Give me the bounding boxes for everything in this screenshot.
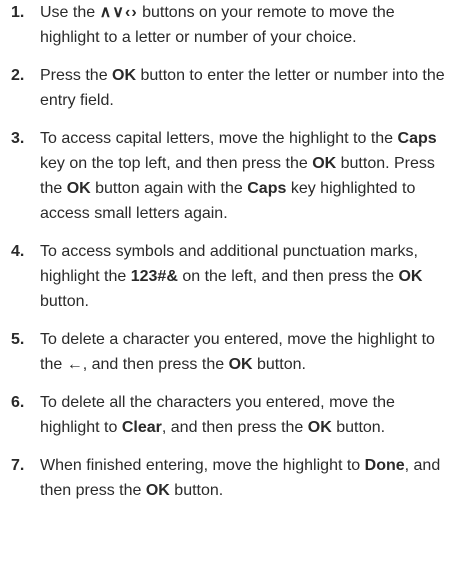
instruction-step-1: 1. Use the ∧∨‹› buttons on your remote to… (0, 0, 448, 50)
step-keyword: OK (398, 268, 423, 285)
instruction-step-3: 3. To access capital letters, move the hi… (0, 126, 448, 226)
instruction-step-5: 5. To delete a character you entered, mov… (0, 327, 448, 377)
step-number: 7. (11, 457, 25, 474)
instruction-step-7: 7. When finished entering, move the highl… (0, 453, 448, 503)
instruction-step-2: 2. Press the OK button to enter the lette… (0, 63, 448, 113)
step-text-segment: key on the top left, and then press the (40, 155, 313, 172)
step-keyword: OK (307, 419, 332, 436)
step-text-segment: , and then press the (82, 356, 229, 373)
step-number: 3. (11, 130, 25, 147)
step-text-segment: To access capital letters, move the high… (40, 130, 398, 147)
step-text: To access capital letters, move the high… (40, 130, 437, 222)
step-text-segment: button again with the (90, 180, 248, 197)
step-number: 4. (11, 243, 25, 260)
step-keyword: Done (364, 457, 405, 474)
remote-arrow-buttons-icon: ∧∨‹› (99, 4, 138, 21)
step-text-segment: When finished entering, move the highlig… (40, 457, 365, 474)
instruction-step-4: 4. To access symbols and additional punct… (0, 239, 448, 314)
instruction-step-6: 6. To delete all the characters you enter… (0, 390, 448, 440)
step-text-segment: button. (252, 356, 306, 373)
step-text: When finished entering, move the highlig… (40, 457, 440, 499)
step-keyword: Clear (121, 419, 162, 436)
step-text-segment: button. (169, 482, 224, 499)
step-text: To delete all the characters you entered… (40, 394, 395, 436)
step-keyword: Caps (397, 130, 437, 147)
step-text-segment: button. (40, 293, 89, 310)
step-number: 6. (11, 394, 25, 411)
step-text: Use the ∧∨‹› buttons on your remote to m… (40, 4, 395, 46)
step-number: 2. (11, 67, 25, 84)
step-text-segment: Press the (40, 67, 113, 84)
step-keyword: OK (228, 356, 253, 373)
step-keyword: OK (66, 180, 91, 197)
step-text: To access symbols and additional punctua… (40, 243, 422, 310)
step-keyword: OK (145, 482, 170, 499)
step-keyword: Caps (247, 180, 287, 197)
step-number: 1. (11, 4, 25, 21)
instructions-page: 1. Use the ∧∨‹› buttons on your remote to… (0, 0, 458, 583)
step-keyword: OK (112, 67, 137, 84)
step-keyword: OK (312, 155, 337, 172)
step-text-segment: , and then press the (161, 419, 308, 436)
step-text-segment: button. (331, 419, 386, 436)
step-text-segment: Use the (40, 4, 100, 21)
step-text: Press the OK button to enter the letter … (40, 67, 445, 109)
step-keyword: 123#& (130, 268, 178, 285)
instruction-steps-list: 1. Use the ∧∨‹› buttons on your remote to… (0, 0, 448, 503)
step-text: To delete a character you entered, move … (40, 331, 435, 373)
step-keyword: ← (66, 356, 83, 373)
step-number: 5. (11, 331, 25, 348)
step-text-segment: on the left, and then press the (177, 268, 399, 285)
